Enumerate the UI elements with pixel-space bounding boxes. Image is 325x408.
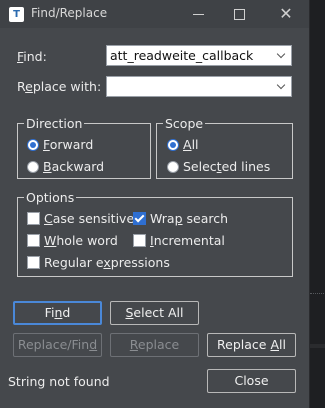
direction-legend: Direction — [24, 116, 85, 131]
checkbox-box[interactable] — [27, 256, 40, 269]
close-button[interactable]: Close — [207, 369, 296, 393]
backward-label: Backward — [43, 159, 105, 174]
case-sensitive-label: Case sensitive — [44, 211, 135, 226]
status-message: String not found — [8, 374, 110, 389]
scope-all-label: All — [183, 137, 199, 152]
window-title: Find/Replace — [31, 6, 108, 20]
wrap-search-checkbox[interactable]: Wrap search — [133, 211, 228, 226]
find-combo[interactable] — [106, 45, 292, 66]
case-sensitive-checkbox[interactable]: Case sensitive — [27, 211, 134, 226]
scope-all-radio[interactable]: All — [167, 137, 199, 152]
select-all-button[interactable]: Select All — [110, 301, 199, 325]
selected-lines-radio[interactable]: Selected lines — [167, 159, 270, 174]
incremental-label: Incremental — [150, 233, 225, 248]
maximize-icon[interactable] — [228, 4, 250, 24]
find-button[interactable]: Find — [13, 301, 102, 325]
whole-word-label: Whole word — [44, 233, 118, 248]
options-legend: Options — [24, 190, 77, 205]
selected-lines-label: Selected lines — [183, 159, 271, 174]
title-bar[interactable]: T Find/Replace ✕ — [0, 0, 309, 28]
incremental-checkbox[interactable]: Incremental — [133, 233, 225, 248]
close-icon[interactable]: ✕ — [275, 4, 297, 24]
app-icon: T — [9, 7, 24, 22]
checkbox-box[interactable] — [27, 212, 40, 225]
replace-find-button[interactable]: Replace/Find — [13, 333, 102, 357]
checkbox-box[interactable] — [133, 234, 146, 247]
find-input[interactable] — [110, 47, 270, 64]
background-edge — [310, 344, 325, 348]
find-replace-dialog: T Find/Replace ✕ Find: Replace with: Dir… — [0, 0, 310, 408]
find-label: Find: — [17, 49, 47, 64]
radio-indicator[interactable] — [27, 138, 39, 151]
replace-button[interactable]: Replace — [110, 333, 199, 357]
chevron-down-icon[interactable] — [274, 77, 291, 96]
replace-combo[interactable] — [106, 76, 292, 97]
wrap-search-label: Wrap search — [150, 211, 229, 226]
scope-legend: Scope — [163, 116, 206, 131]
replace-input[interactable] — [110, 78, 270, 95]
replace-label: Replace with: — [17, 79, 102, 94]
regular-expressions-label: Regular expressions — [44, 255, 170, 270]
radio-indicator[interactable] — [167, 160, 179, 173]
checkbox-box[interactable] — [133, 212, 146, 225]
minimize-icon[interactable] — [188, 4, 210, 24]
background-divider — [310, 293, 324, 295]
replace-all-button[interactable]: Replace All — [207, 333, 296, 357]
forward-label: Forward — [43, 137, 94, 152]
chevron-down-icon[interactable] — [274, 46, 291, 65]
regular-expressions-checkbox[interactable]: Regular expressions — [27, 255, 170, 270]
radio-indicator[interactable] — [167, 138, 179, 151]
radio-indicator[interactable] — [27, 160, 39, 173]
whole-word-checkbox[interactable]: Whole word — [27, 233, 118, 248]
backward-radio[interactable]: Backward — [27, 159, 104, 174]
forward-radio[interactable]: Forward — [27, 137, 93, 152]
checkbox-box[interactable] — [27, 234, 40, 247]
